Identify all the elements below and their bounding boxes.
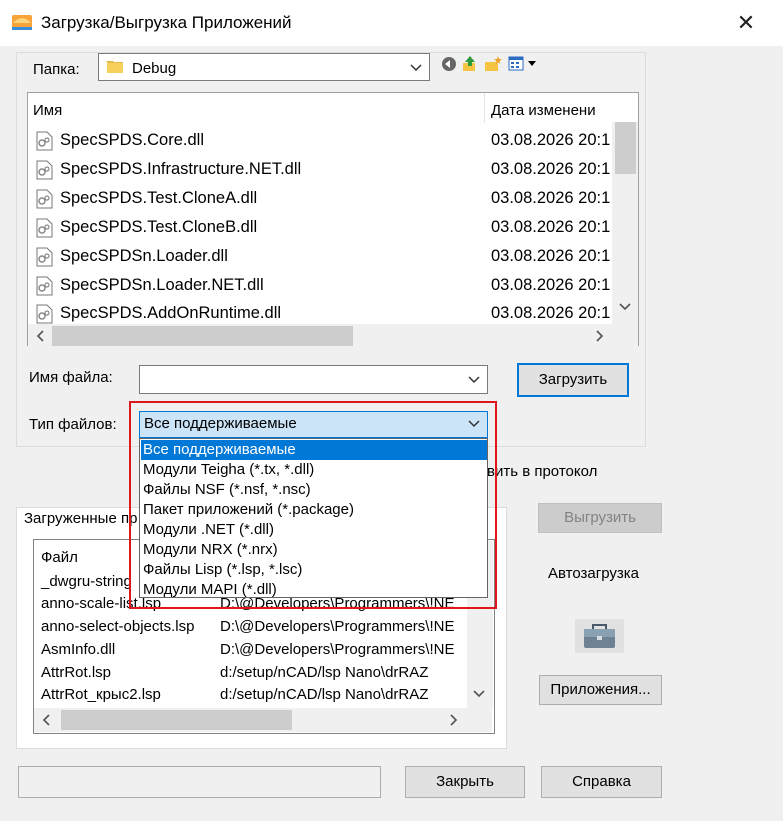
file-row[interactable]: SpecSPDSn.Loader.dll 03.08.2026 20:1: [36, 243, 612, 272]
status-field: [18, 766, 381, 798]
new-folder-icon[interactable]: [484, 55, 502, 73]
view-menu-icon[interactable]: [508, 55, 540, 73]
app-icon: [11, 11, 33, 33]
filename-label: Имя файла:: [29, 369, 113, 386]
list-item[interactable]: anno-select-objects.lsp D:\@Developers\P…: [41, 618, 491, 640]
app-name: anno-select-objects.lsp: [41, 618, 195, 635]
help-button[interactable]: Справка: [541, 766, 662, 798]
app-path: D:\@Developers\Programmers\!NE: [220, 641, 455, 658]
file-name: SpecSPDSn.Loader.NET.dll: [60, 276, 264, 294]
list-item[interactable]: AttrRot_крыс2.lsp d:/setup/nCAD/lsp Nano…: [41, 686, 491, 708]
file-date: 03.08.2026 20:1: [491, 131, 611, 149]
file-name: SpecSPDS.Test.CloneA.dll: [60, 189, 258, 207]
file-name: SpecSPDSn.Loader.dll: [60, 247, 228, 265]
file-date: 03.08.2026 20:1: [491, 276, 611, 294]
dll-file-icon: [36, 189, 53, 209]
file-row[interactable]: SpecSPDS.Test.CloneA.dll 03.08.2026 20:1: [36, 185, 612, 214]
file-name: SpecSPDS.Infrastructure.NET.dll: [60, 160, 302, 178]
scrollbar-thumb[interactable]: [615, 122, 636, 174]
dll-file-icon: [36, 218, 53, 238]
scroll-right-icon[interactable]: [592, 329, 606, 347]
folder-icon: [107, 59, 123, 73]
load-button[interactable]: Загрузить: [517, 363, 629, 397]
scroll-down-icon[interactable]: [472, 687, 486, 705]
app-name: _dwgru-string: [41, 573, 132, 590]
up-folder-icon[interactable]: [461, 55, 479, 73]
file-row[interactable]: SpecSPDS.Infrastructure.NET.dll 03.08.20…: [36, 156, 612, 185]
column-header-file[interactable]: Файл: [41, 549, 78, 566]
file-row[interactable]: SpecSPDS.Test.CloneB.dll 03.08.2026 20:1: [36, 214, 612, 243]
app-path: D:\@Developers\Programmers\!NE: [220, 618, 455, 635]
applications-button[interactable]: Приложения...: [539, 675, 662, 705]
column-header-name[interactable]: Имя: [33, 102, 62, 119]
folder-value: Debug: [132, 60, 177, 77]
scroll-left-icon[interactable]: [40, 713, 54, 731]
dll-file-icon: [36, 276, 53, 296]
highlight-frame: [129, 401, 497, 609]
autoload-button[interactable]: [575, 619, 624, 653]
file-row[interactable]: SpecSPDSn.Loader.NET.dll 03.08.2026 20:1: [36, 272, 612, 301]
unload-button[interactable]: Выгрузить: [538, 503, 662, 533]
list-item[interactable]: AsmInfo.dll D:\@Developers\Programmers\!…: [41, 641, 491, 663]
file-row[interactable]: SpecSPDS.Core.dll 03.08.2026 20:1: [36, 127, 612, 156]
app-name: AsmInfo.dll: [41, 641, 116, 658]
app-path: d:/setup/nCAD/lsp Nano\drRAZ: [220, 664, 429, 681]
file-date: 03.08.2026 20:1: [491, 189, 611, 207]
filename-input[interactable]: [139, 365, 488, 394]
chevron-down-icon[interactable]: [466, 372, 482, 392]
app-name: AttrRot.lsp: [41, 664, 112, 681]
tab-loaded-apps[interactable]: Загруженные пр: [24, 510, 138, 527]
dll-file-icon: [36, 160, 53, 180]
add-to-history-label[interactable]: вить в протокол: [487, 463, 597, 480]
scroll-right-icon[interactable]: [446, 713, 460, 731]
scroll-down-icon[interactable]: [618, 300, 632, 318]
chevron-down-icon[interactable]: [408, 57, 424, 77]
list-item[interactable]: AttrRot.lsp d:/setup/nCAD/lsp Nano\drRAZ: [41, 664, 491, 686]
close-button[interactable]: Закрыть: [405, 766, 525, 798]
folder-label: Папка:: [33, 61, 80, 78]
dll-file-icon: [36, 304, 53, 324]
file-name: SpecSPDS.Test.CloneB.dll: [60, 218, 258, 236]
file-date: 03.08.2026 20:1: [491, 247, 611, 265]
close-icon[interactable]: ✕: [731, 8, 761, 38]
file-date: 03.08.2026 20:1: [491, 304, 611, 322]
column-divider[interactable]: [484, 93, 485, 123]
dll-file-icon: [36, 247, 53, 267]
briefcase-icon: [584, 624, 615, 648]
app-path: d:/setup/nCAD/lsp Nano\drRAZ: [220, 686, 429, 703]
autoload-label: Автозагрузка: [548, 565, 639, 582]
file-name: SpecSPDS.Core.dll: [60, 131, 204, 149]
file-date: 03.08.2026 20:1: [491, 160, 611, 178]
app-name: AttrRot_крыс2.lsp: [41, 686, 161, 703]
back-icon[interactable]: [440, 55, 458, 73]
scrollbar-thumb[interactable]: [52, 326, 353, 346]
scroll-left-icon[interactable]: [34, 329, 48, 347]
scrollbar-thumb[interactable]: [61, 710, 292, 730]
window-title: Загрузка/Выгрузка Приложений: [41, 13, 292, 32]
filetype-label: Тип файлов:: [29, 416, 117, 433]
file-date: 03.08.2026 20:1: [491, 218, 611, 236]
file-name: SpecSPDS.AddOnRuntime.dll: [60, 304, 282, 322]
column-header-date[interactable]: Дата изменени: [491, 102, 596, 119]
dll-file-icon: [36, 131, 53, 151]
